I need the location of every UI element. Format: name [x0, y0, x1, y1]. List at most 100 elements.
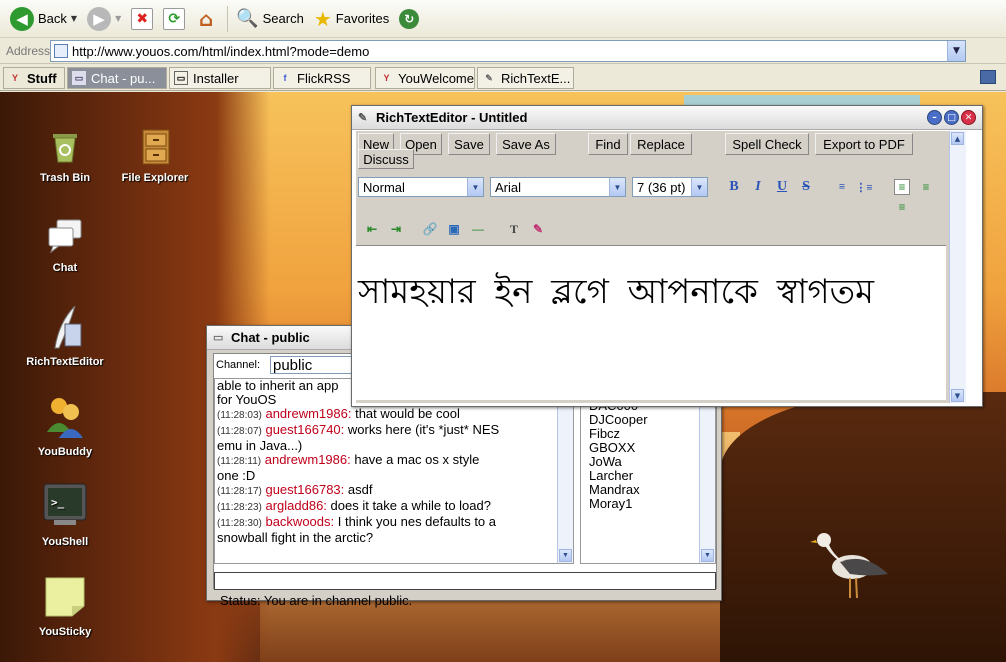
scroll-down-icon[interactable]: ▼ — [559, 549, 572, 562]
address-dropdown-icon[interactable]: ▼ — [947, 41, 965, 61]
address-input[interactable] — [72, 43, 942, 59]
link-icon[interactable]: 🔗 — [422, 221, 438, 237]
scroll-down-icon[interactable]: ▼ — [951, 389, 964, 402]
maximize-icon[interactable]: □ — [944, 110, 959, 125]
bold-icon[interactable]: B — [726, 179, 742, 195]
favorites-button[interactable]: ★ Favorites — [310, 4, 393, 34]
save-as-button[interactable]: Save As — [496, 133, 556, 155]
user-list-item[interactable]: GBOXX — [589, 441, 715, 455]
italic-icon[interactable]: I — [750, 179, 766, 195]
style-select-value: Normal — [363, 179, 405, 195]
unordered-list-icon[interactable]: ⋮≡ — [855, 179, 872, 195]
flickr-icon: f — [283, 73, 287, 83]
tab-flickrss[interactable]: f FlickRSS — [273, 67, 371, 89]
youos-icon: Y — [11, 73, 18, 83]
font-select[interactable]: Arial ▼ — [490, 177, 626, 197]
close-icon[interactable]: ✕ — [961, 110, 976, 125]
search-button[interactable]: 🔍 Search — [232, 4, 308, 34]
desktop-icon-youbuddy[interactable]: YouBuddy — [20, 392, 110, 458]
align-right-icon[interactable]: ≡ — [894, 199, 910, 215]
editor-text: সামহয়ার ইন ব্লগে আপনাকে স্বাগতম — [358, 272, 874, 312]
message-nick[interactable]: guest166740: — [265, 422, 344, 437]
message-timestamp: (11:28:07) — [217, 426, 262, 437]
message-text: able to inherit an app — [217, 378, 339, 393]
tab-menu-icon[interactable] — [980, 70, 996, 84]
tab-youwelcome[interactable]: Y YouWelcome — [375, 67, 475, 89]
desktop-icon-chat[interactable]: Chat — [20, 216, 110, 274]
underline-icon[interactable]: U — [774, 179, 790, 195]
window-icon: ▭ — [72, 71, 86, 85]
tab-chat[interactable]: ▭ Chat - pu... — [67, 67, 167, 89]
highlight-color-icon[interactable]: ✎ — [530, 221, 546, 237]
tab-label: YouWelcome — [398, 70, 474, 86]
star-icon: ★ — [313, 6, 332, 31]
home-button[interactable]: ⌂ — [191, 4, 221, 34]
desktop-icon-label: File Explorer — [121, 172, 189, 184]
image-icon[interactable]: ▣ — [446, 221, 462, 237]
outdent-icon[interactable]: ⇤ — [364, 221, 380, 237]
user-list-item[interactable]: DJCooper — [589, 413, 715, 427]
chat-message-input[interactable] — [214, 572, 716, 590]
address-box[interactable]: ▼ — [50, 40, 966, 62]
indent-icon[interactable]: ⇥ — [388, 221, 404, 237]
message-nick[interactable]: backwoods: — [265, 514, 334, 529]
user-list-item[interactable]: Fibcz — [589, 427, 715, 441]
font-select-value: Arial — [495, 179, 522, 195]
style-select[interactable]: Normal ▼ — [358, 177, 484, 197]
user-list-item[interactable]: Larcher — [589, 469, 715, 483]
rte-titlebar[interactable]: ✎ RichTextEditor - Untitled — [352, 106, 982, 130]
desktop-icon-label: Trash Bin — [39, 172, 91, 184]
strikethrough-icon[interactable]: S — [798, 179, 814, 195]
tab-stuff[interactable]: Y Stuff — [3, 67, 65, 89]
editor-content-area[interactable]: সামহয়ার ইন ব্লগে আপনাকে স্বাগতম — [356, 245, 946, 400]
user-list-item[interactable]: Mandrax — [589, 483, 715, 497]
message-text: that would be cool — [351, 406, 460, 421]
desktop-icon-yousticky[interactable]: YouSticky — [20, 572, 110, 638]
minimize-icon[interactable]: – — [927, 110, 942, 125]
message-text: does it take a while to load? — [326, 498, 491, 513]
desktop-icon-file-explorer[interactable]: File Explorer — [110, 126, 200, 184]
text-color-icon[interactable]: T — [506, 221, 522, 237]
align-left-icon[interactable]: ≡ — [894, 179, 910, 195]
desktop-icon-youshell[interactable]: >_ YouShell — [20, 482, 110, 548]
history-icon: ↻ — [399, 8, 420, 29]
back-label: Back — [38, 11, 67, 26]
tab-richtexteditor[interactable]: ✎ RichTextE... — [477, 67, 574, 89]
tab-label: FlickRSS — [297, 70, 351, 86]
back-dropdown-icon[interactable]: ▼ — [71, 14, 77, 23]
desktop-icon-richtexteditor[interactable]: RichTextEditor — [20, 302, 110, 368]
ordered-list-icon[interactable]: ≡ — [834, 179, 850, 195]
message-nick[interactable]: andrewm1986: — [265, 406, 351, 421]
user-list-item[interactable]: JoWa — [589, 455, 715, 469]
scroll-down-icon[interactable]: ▼ — [701, 549, 714, 562]
home-icon: ⌂ — [199, 6, 214, 31]
message-nick[interactable]: andrewm1986: — [265, 452, 351, 467]
forward-button[interactable]: ▶ ▼ — [83, 4, 125, 34]
find-button[interactable]: Find — [588, 133, 628, 155]
message-nick[interactable]: argladd86: — [265, 498, 326, 513]
replace-button[interactable]: Replace — [630, 133, 692, 155]
tab-installer[interactable]: ▭ Installer — [169, 67, 271, 89]
scroll-up-icon[interactable]: ▲ — [951, 132, 964, 145]
svg-text:>_: >_ — [51, 496, 65, 509]
chevron-down-icon: ▼ — [467, 178, 483, 196]
spell-check-button[interactable]: Spell Check — [725, 133, 809, 155]
chat-title: Chat - public — [231, 330, 310, 345]
save-button[interactable]: Save — [448, 133, 490, 155]
history-button[interactable]: ↻ — [395, 4, 423, 34]
discuss-button[interactable]: Discuss — [358, 149, 414, 169]
user-list-item[interactable]: Moray1 — [589, 497, 715, 511]
forward-dropdown-icon[interactable]: ▼ — [115, 14, 121, 23]
horizontal-rule-icon[interactable]: — — [470, 221, 486, 237]
refresh-button[interactable]: ⟳ — [159, 4, 189, 34]
size-select[interactable]: 7 (36 pt) ▼ — [632, 177, 708, 197]
export-pdf-button[interactable]: Export to PDF — [815, 133, 913, 155]
stop-button[interactable]: ✖ — [127, 4, 157, 34]
refresh-icon: ⟳ — [163, 7, 186, 30]
align-center-icon[interactable]: ≡ — [918, 179, 934, 195]
back-button[interactable]: ◀ Back ▼ — [6, 4, 81, 34]
editor-scrollbar[interactable]: ▲ ▼ — [949, 131, 966, 403]
message-nick[interactable]: guest166783: — [265, 482, 344, 497]
desktop-icon-trash-bin[interactable]: Trash Bin — [20, 126, 110, 184]
favorites-label: Favorites — [335, 11, 390, 26]
